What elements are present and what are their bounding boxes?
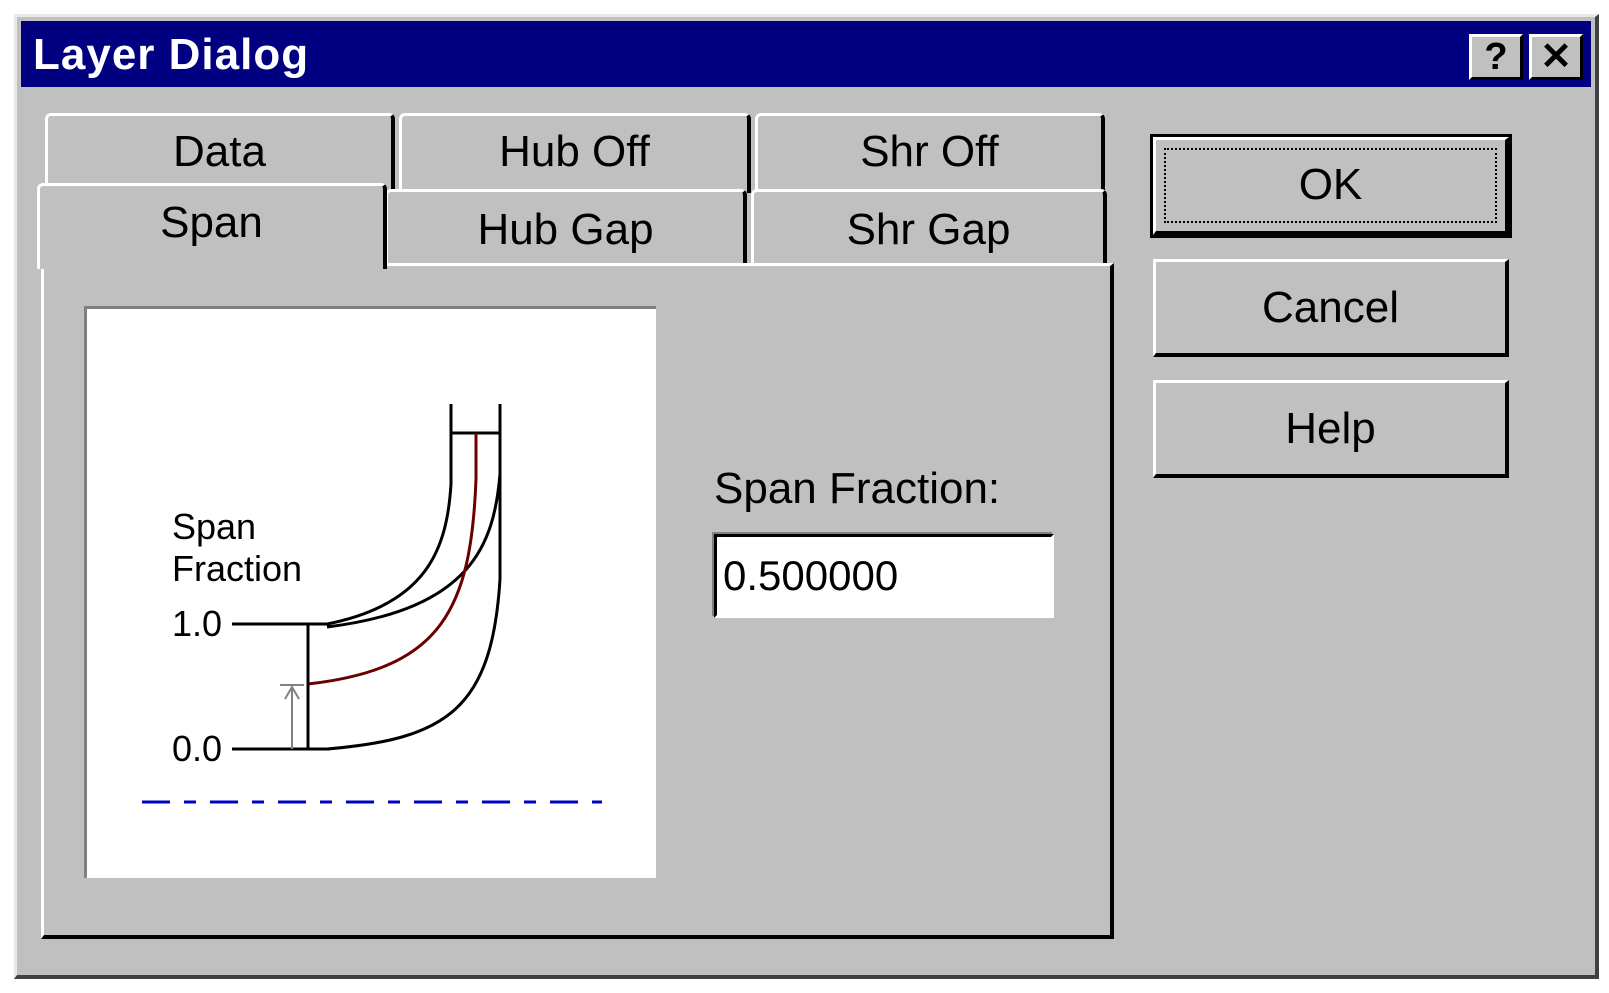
help-button[interactable]: Help xyxy=(1153,380,1509,478)
tab-data[interactable]: Data xyxy=(45,113,395,193)
ok-button[interactable]: OK xyxy=(1150,134,1512,238)
window-title: Layer Dialog xyxy=(33,30,310,79)
layer-dialog-window: Layer Dialog ? ✕ Data Hub Off Shr Off Hu… xyxy=(14,14,1599,979)
close-icon[interactable]: ✕ xyxy=(1529,34,1583,80)
tab-hub-gap[interactable]: Hub Gap xyxy=(385,189,747,267)
tab-hub-off[interactable]: Hub Off xyxy=(399,113,751,193)
title-bar[interactable]: Layer Dialog ? ✕ xyxy=(21,21,1591,87)
span-diagram-svg: Span Fraction 1.0 0.0 xyxy=(142,404,602,804)
help-icon[interactable]: ? xyxy=(1469,34,1523,80)
span-fraction-input[interactable] xyxy=(714,534,1054,618)
tick-label-bottom: 0.0 xyxy=(172,728,222,769)
tick-label-top: 1.0 xyxy=(172,603,222,644)
cancel-button[interactable]: Cancel xyxy=(1153,259,1509,357)
hub-curve xyxy=(326,404,502,751)
shroud-wall xyxy=(326,404,453,626)
diagram-label-span: Span xyxy=(172,506,256,547)
tab-shr-off[interactable]: Shr Off xyxy=(755,113,1105,193)
tab-panel-span: Span Fraction 1.0 0.0 Span Fraction: xyxy=(41,263,1114,939)
tab-span[interactable]: Span xyxy=(37,183,387,269)
span-fraction-diagram: Span Fraction 1.0 0.0 xyxy=(84,306,656,878)
tab-shr-gap[interactable]: Shr Gap xyxy=(751,189,1107,267)
diagram-label-fraction: Fraction xyxy=(172,548,302,589)
ok-button-label: OK xyxy=(1164,148,1497,223)
span-fraction-label: Span Fraction: xyxy=(714,464,1001,513)
